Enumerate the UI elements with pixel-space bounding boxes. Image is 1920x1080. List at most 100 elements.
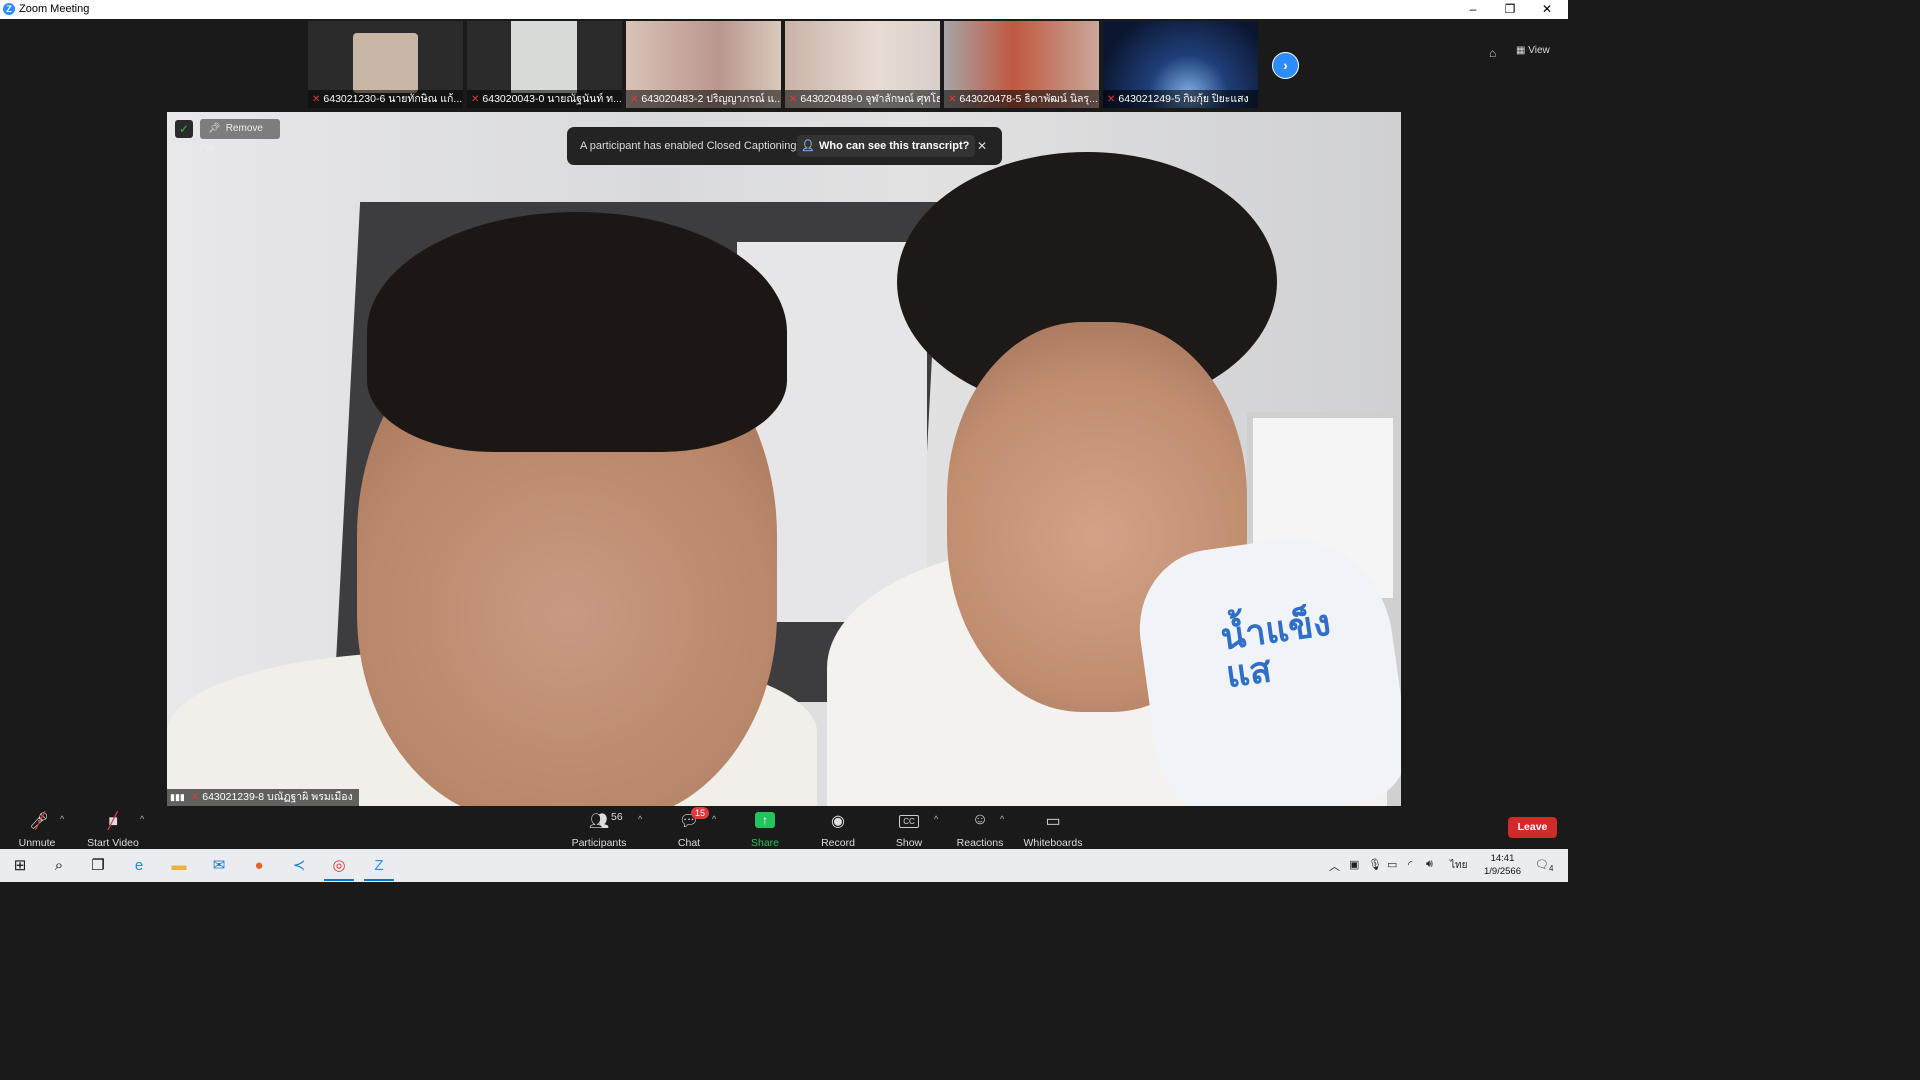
windows-start-icon[interactable]: ⊞	[8, 854, 32, 878]
participant-thumbnail[interactable]: ✕ 643020483-2 ปริญญาภรณ์ แ...	[626, 21, 781, 108]
participant-name-label: ✕ 643020043-0 นายณัฐนันท์ ท...	[467, 90, 622, 108]
reactions-button[interactable]: ☺︎ Reactions	[956, 806, 1004, 849]
mic-off-icon: ✕	[190, 792, 200, 803]
participant-name: 643020478-5 ธิดาพัฒน์ นิลรุ...	[959, 93, 1098, 105]
show-captions-button[interactable]: CC Show Captions	[874, 806, 944, 861]
mic-off-icon: ✕	[630, 94, 639, 105]
minimize-button[interactable]: –	[1456, 0, 1490, 19]
participant-name-label: ✕ 643020478-5 ธิดาพัฒน์ นิลรุ...	[944, 90, 1099, 108]
whiteboard-icon: ▭	[1045, 813, 1061, 830]
view-label: View	[1528, 45, 1550, 56]
participant-thumbnail[interactable]: ✕ 643020489-0 จุฬาลักษณ์ ศุทโธ	[785, 21, 940, 108]
person-icon: 👤︎	[801, 140, 815, 152]
wifi-icon[interactable]: ◜	[1408, 858, 1412, 871]
vscode-icon[interactable]: ≺	[287, 854, 311, 878]
participant-video	[511, 21, 577, 93]
remove-pin-button[interactable]: 📌︎ Remove Pin	[200, 119, 280, 154]
participant-name-label: ✕ 643021230-6 นายทักษิณ แก้...	[308, 90, 463, 108]
participant-name-label: ✕ 643020489-0 จุฬาลักษณ์ ศุทโธ	[785, 90, 940, 108]
participant-thumbnail[interactable]: ✕ 643021230-6 นายทักษิณ แก้...	[308, 21, 463, 108]
participant-name-label: ✕ 643021249-5 กิมกุ้ย ปิยะแสง	[1103, 90, 1258, 108]
participant-name: 643021249-5 กิมกุ้ย ปิยะแสง	[1118, 93, 1249, 105]
record-icon: ◉	[831, 813, 845, 830]
share-screen-icon: ↑	[733, 811, 797, 833]
reactions-options-caret[interactable]: ^	[1000, 814, 1004, 824]
chrome-icon[interactable]: ◎	[327, 854, 351, 878]
record-button[interactable]: ◉ Record	[817, 806, 859, 849]
grid-icon: ▦	[1516, 45, 1529, 56]
participant-strip: ✕ 643021230-6 นายทักษิณ แก้... ✕ 643020043…	[0, 19, 1568, 111]
share-screen-button[interactable]: ↑ Share Screen	[733, 806, 797, 861]
unmute-label: Unmute	[18, 837, 56, 849]
taskbar-clock[interactable]: 14:41 1/9/2566	[1484, 852, 1521, 878]
participants-options-caret[interactable]: ^	[638, 814, 642, 824]
pin-icon: 📌︎	[208, 123, 221, 134]
banner-message: A participant has enabled Closed Caption…	[580, 140, 797, 152]
mic-off-icon: ✕	[948, 94, 957, 105]
restore-button[interactable]: ❐	[1493, 0, 1527, 19]
person-left-hair	[367, 212, 787, 452]
file-explorer-icon[interactable]: ▬	[167, 854, 191, 878]
who-can-see-transcript-button[interactable]: 👤︎ Who can see this transcript?	[797, 135, 976, 157]
notifications-icon[interactable]: 🗨︎4	[1535, 858, 1553, 873]
zoom-app-icon[interactable]: Z	[367, 854, 391, 878]
participant-name-label: ✕ 643020483-2 ปริญญาภรณ์ แ...	[626, 90, 781, 108]
window-title: Zoom Meeting	[19, 3, 90, 15]
view-button[interactable]: ▦ View	[1516, 45, 1550, 56]
mic-off-icon: ✕	[312, 94, 321, 105]
speaker-name: 643021239-8 บณัฏฐาผิ พรมเมือง	[202, 791, 353, 803]
whiteboards-button[interactable]: ▭ Whiteboards	[1022, 806, 1084, 849]
search-icon[interactable]: ⌕	[47, 854, 71, 878]
mail-icon[interactable]: ✉	[207, 854, 231, 878]
active-app-indicator	[324, 879, 354, 881]
participant-thumbnail[interactable]: ✕ 643021249-5 กิมกุ้ย ปิยะแสง	[1103, 21, 1258, 108]
meet-now-icon[interactable]: ▣	[1349, 858, 1359, 871]
leave-button[interactable]: Leave	[1508, 817, 1557, 838]
participant-name: 643020489-0 จุฬาลักษณ์ ศุทโธ	[800, 93, 940, 105]
participants-count: 56	[611, 811, 623, 823]
security-shield-icon[interactable]: ✓	[175, 120, 193, 138]
mic-off-icon: ✕	[789, 94, 798, 105]
captions-options-caret[interactable]: ^	[934, 814, 938, 824]
start-video-button[interactable]: ■╱ Start Video	[84, 806, 142, 849]
active-app-indicator	[364, 879, 394, 881]
mic-off-icon: ✕	[471, 94, 480, 105]
speaker-name-badge: ▮▮▮ ✕ 643021239-8 บณัฏฐาผิ พรมเมือง	[167, 789, 359, 806]
main-video: น้ำแข็ง แส ✓ 📌︎ Remove Pin	[167, 112, 1401, 806]
reactions-icon: ☺︎	[971, 811, 989, 828]
next-page-button[interactable]: ›	[1272, 52, 1299, 79]
record-label: Record	[821, 837, 855, 849]
who-can-see-label: Who can see this transcript?	[818, 140, 970, 152]
microphone-icon[interactable]: 🎙︎	[1368, 858, 1382, 871]
unmute-button[interactable]: 🎤︎╱ Unmute	[12, 806, 62, 849]
participants-label: Participants	[571, 837, 627, 849]
chat-options-caret[interactable]: ^	[712, 814, 716, 824]
participant-thumbnail[interactable]: ✕ 643020478-5 ธิดาพัฒน์ นิลรุ...	[944, 21, 1099, 108]
task-view-icon[interactable]: ❐	[86, 854, 110, 878]
os-taskbar: ⊞ ⌕ ❐ e ▬ ✉ ● ≺ ◎ Z ︿ ▣ 🎙︎ ▭ ◜ 🔊︎ ไทย 14…	[0, 849, 1568, 882]
notification-count: 4	[1548, 864, 1554, 874]
speaker-view-icon[interactable]: ⌂	[1489, 46, 1505, 62]
taskbar-date: 1/9/2566	[1484, 866, 1521, 877]
close-window-button[interactable]: ✕	[1530, 0, 1564, 19]
participant-name: 643020043-0 นายณัฐนันท์ ท...	[482, 93, 622, 105]
volume-icon[interactable]: 🔊︎	[1426, 858, 1433, 871]
edge-browser-icon[interactable]: e	[127, 854, 151, 878]
signal-icon: ▮▮▮	[170, 792, 185, 802]
camera-off-icon: ■╱	[108, 813, 119, 830]
chat-unread-badge: 15	[691, 807, 709, 819]
show-hidden-icons-icon[interactable]: ︿	[1329, 858, 1340, 874]
meeting-toolbar: 🎤︎╱ Unmute ^ ■╱ Start Video ^ 👥︎ Partici…	[0, 806, 1568, 861]
firefox-icon[interactable]: ●	[247, 854, 271, 878]
audio-options-caret[interactable]: ^	[60, 814, 64, 824]
participant-video	[353, 33, 418, 93]
participant-thumbnail[interactable]: ✕ 643020043-0 นายณัฐนันท์ ท...	[467, 21, 622, 108]
captioning-banner: A participant has enabled Closed Caption…	[567, 127, 1002, 165]
whiteboards-label: Whiteboards	[1023, 837, 1083, 849]
video-options-caret[interactable]: ^	[140, 814, 144, 824]
title-bar: Z Zoom Meeting – ❐ ✕	[0, 0, 1568, 19]
battery-icon[interactable]: ▭	[1387, 858, 1397, 871]
banner-close-button[interactable]: ✕	[977, 127, 987, 165]
participant-name: 643020483-2 ปริญญาภรณ์ แ...	[641, 93, 781, 105]
input-language[interactable]: ไทย	[1450, 858, 1467, 873]
